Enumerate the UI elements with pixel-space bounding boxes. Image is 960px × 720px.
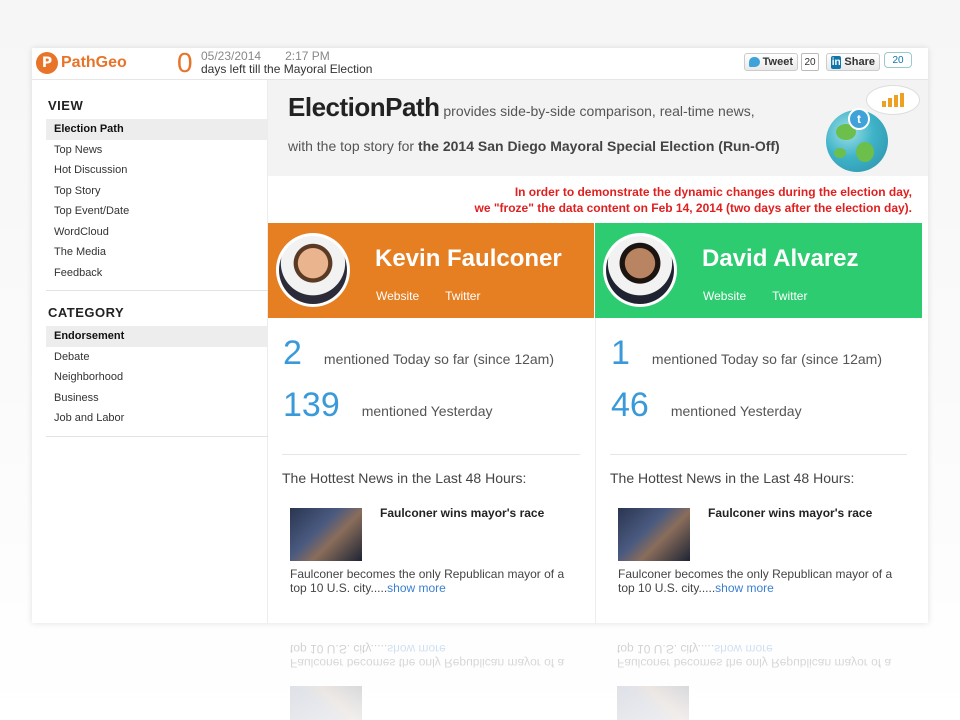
current-time: 2:17 PM — [285, 49, 330, 63]
sidebar-item-job-and-labor[interactable]: Job and Labor — [46, 408, 268, 429]
news-headline[interactable]: Faulconer wins mayor's race — [380, 506, 544, 520]
candidate-column-alvarez: 1 mentioned Today so far (since 12am) 46… — [595, 318, 921, 623]
sidebar-item-the-media[interactable]: The Media — [46, 242, 268, 263]
yesterday-mentions-count: 46 — [611, 386, 649, 424]
linkedin-icon: in — [831, 55, 842, 69]
notice-line-2: we "froze" the data content on Feb 14, 2… — [474, 201, 912, 215]
yesterday-mentions-count: 139 — [283, 386, 340, 424]
column-separator — [610, 454, 907, 455]
category-heading: CATEGORY — [48, 305, 125, 320]
candidate-card-alvarez: David Alvarez Website Twitter — [595, 223, 922, 318]
sidebar-item-debate[interactable]: Debate — [46, 347, 268, 368]
news-thumbnail[interactable] — [290, 508, 362, 561]
show-more-link[interactable]: show more — [387, 581, 446, 595]
sidebar-separator — [46, 290, 268, 291]
column-separator — [282, 454, 580, 455]
news-headline[interactable]: Faulconer wins mayor's race — [708, 506, 872, 520]
today-mentions: 1 mentioned Today so far (since 12am) — [611, 334, 882, 373]
candidate-links: Website Twitter — [376, 289, 480, 303]
today-mentions-label: mentioned Today so far (since 12am) — [323, 351, 555, 367]
linkedin-share-button[interactable]: in Share — [826, 53, 880, 71]
sidebar-item-business[interactable]: Business — [46, 388, 268, 409]
notice-line-1: In order to demonstrate the dynamic chan… — [514, 185, 912, 199]
sidebar-item-top-event-date[interactable]: Top Event/Date — [46, 201, 268, 222]
tweet-button-label: Tweet — [762, 56, 793, 68]
pathgeo-logo[interactable]: P PathGeo — [36, 52, 127, 74]
yesterday-mentions-label: mentioned Yesterday — [670, 403, 802, 419]
news-snippet: Faulconer becomes the only Republican ma… — [290, 567, 580, 595]
sidebar-item-endorsement[interactable]: Endorsement — [46, 326, 268, 347]
electionpath-title: ElectionPath — [288, 92, 440, 122]
current-date: 05/23/2014 — [201, 49, 262, 63]
today-mentions-count: 2 — [283, 334, 302, 372]
candidate-name: David Alvarez — [702, 245, 859, 272]
candidate-website-link[interactable]: Website — [703, 289, 746, 303]
pathgeo-logo-icon: P — [36, 52, 58, 74]
intro-line-1-text: provides side-by-side comparison, real-t… — [439, 103, 755, 119]
sidebar-item-hot-discussion[interactable]: Hot Discussion — [46, 160, 268, 181]
yesterday-mentions: 46 mentioned Yesterday — [611, 386, 802, 425]
chart-bubble-icon — [866, 85, 920, 115]
sidebar-item-top-news[interactable]: Top News — [46, 140, 268, 161]
tweet-button[interactable]: Tweet — [744, 53, 798, 71]
candidate-twitter-link[interactable]: Twitter — [445, 289, 480, 303]
sidebar-item-wordcloud[interactable]: WordCloud — [46, 222, 268, 243]
yesterday-mentions-label: mentioned Yesterday — [361, 403, 493, 419]
days-left-count: 0 — [177, 48, 193, 78]
current-datetime: 05/23/2014 2:17 PM — [201, 49, 330, 63]
sidebar-separator — [46, 435, 268, 437]
today-mentions: 2 mentioned Today so far (since 12am) — [283, 334, 554, 373]
pathgeo-logo-text: PathGeo — [61, 54, 127, 71]
candidate-twitter-link[interactable]: Twitter — [772, 289, 807, 303]
news-snippet: Faulconer becomes the only Republican ma… — [618, 567, 908, 595]
candidate-website-link[interactable]: Website — [376, 289, 419, 303]
candidate-avatar — [603, 233, 677, 307]
intro-line-2-prefix: with the top story for — [288, 138, 418, 154]
twitter-bird-icon: t — [848, 108, 870, 130]
twitter-bird-icon — [749, 57, 760, 67]
share-count: 20 — [884, 52, 912, 68]
intro-line-2: with the top story for the 2014 San Dieg… — [288, 138, 780, 154]
candidate-column-faulconer: 2 mentioned Today so far (since 12am) 13… — [268, 318, 594, 623]
top-bar: P PathGeo 0 05/23/2014 2:17 PM days left … — [32, 48, 928, 80]
hottest-news-heading: The Hottest News in the Last 48 Hours: — [282, 470, 527, 486]
reflection-fade — [32, 623, 928, 720]
sidebar: VIEW Election Path Top News Hot Discussi… — [46, 98, 268, 451]
view-heading: VIEW — [48, 98, 84, 113]
show-more-link[interactable]: show more — [715, 581, 774, 595]
today-mentions-label: mentioned Today so far (since 12am) — [651, 351, 883, 367]
app-frame: P PathGeo 0 05/23/2014 2:17 PM days left … — [32, 48, 928, 623]
candidate-card-faulconer: Kevin Faulconer Website Twitter — [268, 223, 594, 318]
candidate-name: Kevin Faulconer — [375, 245, 562, 272]
frozen-data-notice: In order to demonstrate the dynamic chan… — [475, 184, 912, 216]
today-mentions-count: 1 — [611, 334, 630, 372]
intro-line-1: ElectionPath provides side-by-side compa… — [288, 92, 755, 123]
sidebar-item-feedback[interactable]: Feedback — [46, 263, 268, 284]
election-name: the 2014 San Diego Mayoral Special Elect… — [417, 138, 780, 154]
yesterday-mentions: 139 mentioned Yesterday — [283, 386, 493, 425]
share-button-label: Share — [844, 56, 875, 68]
intro-banner: ElectionPath provides side-by-side compa… — [268, 80, 928, 176]
tweet-count: 20 — [801, 53, 819, 71]
hottest-news-heading: The Hottest News in the Last 48 Hours: — [610, 470, 855, 486]
sidebar-item-top-story[interactable]: Top Story — [46, 181, 268, 202]
candidate-avatar — [276, 233, 350, 307]
sidebar-item-neighborhood[interactable]: Neighborhood — [46, 367, 268, 388]
news-thumbnail[interactable] — [618, 508, 690, 561]
candidate-links: Website Twitter — [703, 289, 807, 303]
sidebar-item-election-path[interactable]: Election Path — [46, 119, 268, 140]
days-left-text: days left till the Mayoral Election — [201, 62, 373, 76]
